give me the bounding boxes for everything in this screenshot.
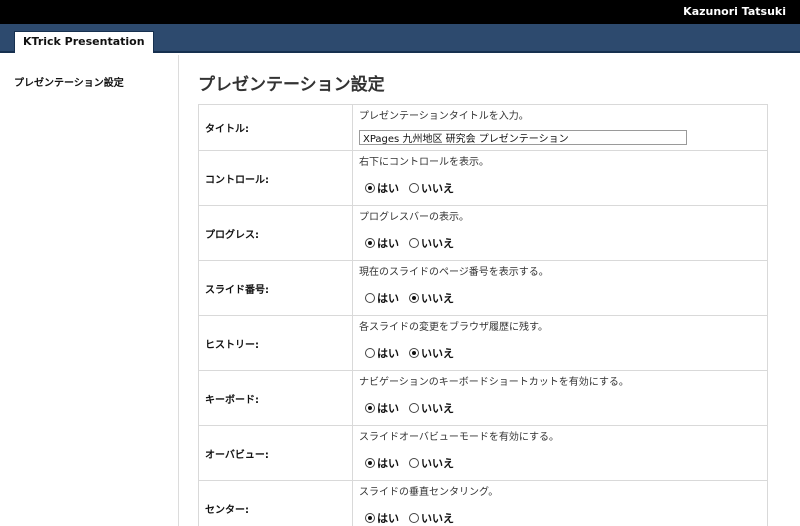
setting-row: プログレス: プログレスバーの表示。はい いいえ <box>198 205 768 261</box>
setting-value-cell: スライドの垂直センタリング。はい いいえ <box>352 480 768 526</box>
setting-value-cell: スライドオーバビューモードを有効にする。はい いいえ <box>352 425 768 481</box>
title-input[interactable] <box>359 130 687 145</box>
setting-label: センター: <box>198 480 353 526</box>
sidebar-item-presentation-settings[interactable]: プレゼンテーション設定 <box>14 74 124 89</box>
setting-description: 現在のスライドのページ番号を表示する。 <box>359 267 549 278</box>
radio-yes-icon[interactable] <box>365 238 375 248</box>
radio-option-no[interactable]: いいえ <box>409 180 454 196</box>
radio-no-icon[interactable] <box>409 513 419 523</box>
radio-option-yes[interactable]: はい <box>365 400 399 416</box>
radio-no-icon[interactable] <box>409 238 419 248</box>
radio-group: はい いいえ <box>365 290 767 306</box>
radio-group: はい いいえ <box>365 235 767 251</box>
radio-yes-icon[interactable] <box>365 293 375 303</box>
radio-group: はい いいえ <box>365 400 767 416</box>
setting-label: オーバビュー: <box>198 425 353 481</box>
radio-no-label: いいえ <box>421 512 454 525</box>
setting-description: プレゼンテーションタイトルを入力。 <box>359 111 529 122</box>
radio-no-label: いいえ <box>421 292 454 305</box>
setting-description: プログレスバーの表示。 <box>359 212 469 223</box>
user-name[interactable]: Kazunori Tatsuki <box>683 5 786 18</box>
radio-no-icon[interactable] <box>409 293 419 303</box>
radio-option-no[interactable]: いいえ <box>409 290 454 306</box>
setting-row: オーバビュー: スライドオーバビューモードを有効にする。はい いいえ <box>198 425 768 481</box>
setting-row: ヒストリー: 各スライドの変更をブラウザ履歴に残す。はい いいえ <box>198 315 768 371</box>
radio-yes-icon[interactable] <box>365 403 375 413</box>
radio-option-yes[interactable]: はい <box>365 455 399 471</box>
app-bar: KTrick Presentation <box>0 24 800 53</box>
radio-yes-icon[interactable] <box>365 348 375 358</box>
setting-label: スライド番号: <box>198 260 353 316</box>
radio-no-label: いいえ <box>421 457 454 470</box>
radio-no-icon[interactable] <box>409 348 419 358</box>
radio-yes-icon[interactable] <box>365 183 375 193</box>
radio-yes-icon[interactable] <box>365 513 375 523</box>
setting-value-cell: 右下にコントロールを表示。はい いいえ <box>352 150 768 206</box>
radio-group: はい いいえ <box>365 510 767 526</box>
setting-description: ナビゲーションのキーボードショートカットを有効にする。 <box>359 377 629 388</box>
radio-option-yes[interactable]: はい <box>365 180 399 196</box>
setting-label: タイトル: <box>198 104 353 151</box>
setting-label: キーボード: <box>198 370 353 426</box>
app-tab-ktrick[interactable]: KTrick Presentation <box>14 31 154 53</box>
radio-yes-label: はい <box>377 512 399 525</box>
radio-no-label: いいえ <box>421 182 454 195</box>
setting-value-cell: プログレスバーの表示。はい いいえ <box>352 205 768 261</box>
radio-yes-label: はい <box>377 237 399 250</box>
setting-value-cell: 現在のスライドのページ番号を表示する。はい いいえ <box>352 260 768 316</box>
setting-row-title: タイトル: プレゼンテーションタイトルを入力。 <box>198 104 768 151</box>
main-content: プレゼンテーション設定 タイトル: プレゼンテーションタイトルを入力。 コントロ… <box>180 55 800 526</box>
radio-option-no[interactable]: いいえ <box>409 455 454 471</box>
radio-yes-label: はい <box>377 292 399 305</box>
radio-yes-label: はい <box>377 457 399 470</box>
radio-yes-label: はい <box>377 347 399 360</box>
radio-option-no[interactable]: いいえ <box>409 510 454 526</box>
radio-option-no[interactable]: いいえ <box>409 345 454 361</box>
setting-value-cell: プレゼンテーションタイトルを入力。 <box>352 104 768 151</box>
page-title: プレゼンテーション設定 <box>198 75 385 95</box>
radio-no-icon[interactable] <box>409 403 419 413</box>
radio-group: はい いいえ <box>365 180 767 196</box>
setting-value-cell: ナビゲーションのキーボードショートカットを有効にする。はい いいえ <box>352 370 768 426</box>
setting-label: コントロール: <box>198 150 353 206</box>
setting-label: ヒストリー: <box>198 315 353 371</box>
top-bar: Kazunori Tatsuki <box>0 0 800 24</box>
setting-description: スライドの垂直センタリング。 <box>359 487 499 498</box>
setting-description: スライドオーバビューモードを有効にする。 <box>359 432 559 443</box>
radio-option-no[interactable]: いいえ <box>409 400 454 416</box>
radio-option-yes[interactable]: はい <box>365 345 399 361</box>
setting-label: プログレス: <box>198 205 353 261</box>
radio-yes-label: はい <box>377 402 399 415</box>
radio-no-label: いいえ <box>421 402 454 415</box>
setting-description: 右下にコントロールを表示。 <box>359 157 489 168</box>
radio-option-yes[interactable]: はい <box>365 290 399 306</box>
radio-no-label: いいえ <box>421 347 454 360</box>
settings-table: タイトル: プレゼンテーションタイトルを入力。 コントロール:右下にコントロール… <box>198 104 768 526</box>
radio-yes-icon[interactable] <box>365 458 375 468</box>
radio-option-no[interactable]: いいえ <box>409 235 454 251</box>
radio-group: はい いいえ <box>365 345 767 361</box>
setting-row: センター: スライドの垂直センタリング。はい いいえ <box>198 480 768 526</box>
setting-description: 各スライドの変更をブラウザ履歴に残す。 <box>359 322 548 333</box>
radio-no-icon[interactable] <box>409 183 419 193</box>
radio-no-icon[interactable] <box>409 458 419 468</box>
sidebar: プレゼンテーション設定 <box>0 55 179 526</box>
setting-row: キーボード: ナビゲーションのキーボードショートカットを有効にする。はい いいえ <box>198 370 768 426</box>
setting-value-cell: 各スライドの変更をブラウザ履歴に残す。はい いいえ <box>352 315 768 371</box>
radio-group: はい いいえ <box>365 455 767 471</box>
radio-no-label: いいえ <box>421 237 454 250</box>
radio-yes-label: はい <box>377 182 399 195</box>
radio-option-yes[interactable]: はい <box>365 510 399 526</box>
setting-row: コントロール: 右下にコントロールを表示。はい いいえ <box>198 150 768 206</box>
radio-option-yes[interactable]: はい <box>365 235 399 251</box>
setting-row: スライド番号: 現在のスライドのページ番号を表示する。はい いいえ <box>198 260 768 316</box>
